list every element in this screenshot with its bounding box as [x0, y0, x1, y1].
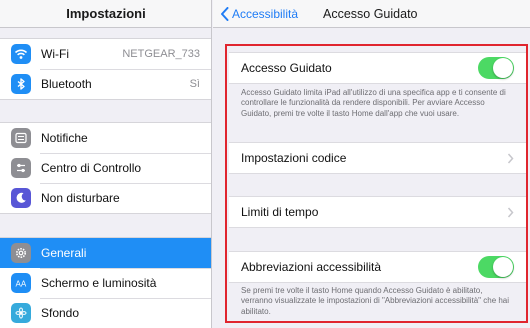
sidebar-item-label: Generali	[41, 246, 87, 260]
wifi-network-value: NETGEAR_733	[122, 48, 200, 60]
wifi-icon	[11, 44, 31, 64]
svg-text:AA: AA	[16, 280, 27, 289]
sidebar-item-bluetooth[interactable]: Bluetooth Sì	[0, 69, 211, 99]
bluetooth-status-value: Sì	[189, 78, 200, 90]
back-button-label: Accessibilità	[232, 7, 299, 21]
display-brightness-icon: AA	[11, 273, 31, 293]
gear-icon	[11, 243, 31, 263]
sidebar-item-notifications[interactable]: Notifiche	[0, 123, 211, 153]
sidebar-item-label: Notifiche	[41, 131, 88, 145]
sidebar-item-display-brightness[interactable]: AA Schermo e luminosità	[0, 268, 211, 298]
sidebar-item-control-center[interactable]: Centro di Controllo	[0, 153, 211, 183]
sidebar-item-label: Bluetooth	[41, 77, 92, 91]
highlight-frame	[225, 44, 528, 323]
sidebar-item-do-not-disturb[interactable]: Non disturbare	[0, 183, 211, 213]
sidebar-title: Impostazioni	[66, 6, 146, 21]
sidebar-item-label: Sfondo	[41, 306, 80, 320]
control-center-icon	[11, 158, 31, 178]
guided-access-detail: Accessibilità Accesso Guidato Accesso Gu…	[213, 0, 530, 328]
bluetooth-icon	[11, 74, 31, 94]
sidebar-item-label: Centro di Controllo	[41, 161, 142, 175]
sidebar-group-notifications: Notifiche Centro di Controllo Non distur…	[0, 122, 211, 214]
back-button[interactable]: Accessibilità	[220, 0, 298, 28]
notifications-icon	[11, 128, 31, 148]
sidebar-item-wallpaper[interactable]: Sfondo	[0, 298, 211, 328]
sidebar-item-general[interactable]: Generali	[0, 238, 211, 268]
sidebar-item-label: Wi-Fi	[41, 47, 69, 61]
sidebar-item-label: Schermo e luminosità	[41, 276, 157, 290]
sidebar-item-wifi[interactable]: Wi-Fi NETGEAR_733	[0, 39, 211, 69]
page-title: Accesso Guidato	[323, 7, 418, 21]
sidebar-item-label: Non disturbare	[41, 191, 120, 205]
chevron-left-icon	[221, 7, 229, 21]
detail-nav-bar: Accessibilità Accesso Guidato	[213, 0, 530, 28]
sidebar-group-connectivity: Wi-Fi NETGEAR_733 Bluetooth Sì	[0, 38, 211, 100]
settings-sidebar: Impostazioni Wi-Fi NETGEAR_733 Bluetooth…	[0, 0, 212, 328]
moon-icon	[11, 188, 31, 208]
sidebar-header-bar: Impostazioni	[0, 0, 211, 28]
sidebar-group-general: Generali AA Schermo e luminosità Sfondo	[0, 237, 211, 328]
wallpaper-icon	[11, 303, 31, 323]
